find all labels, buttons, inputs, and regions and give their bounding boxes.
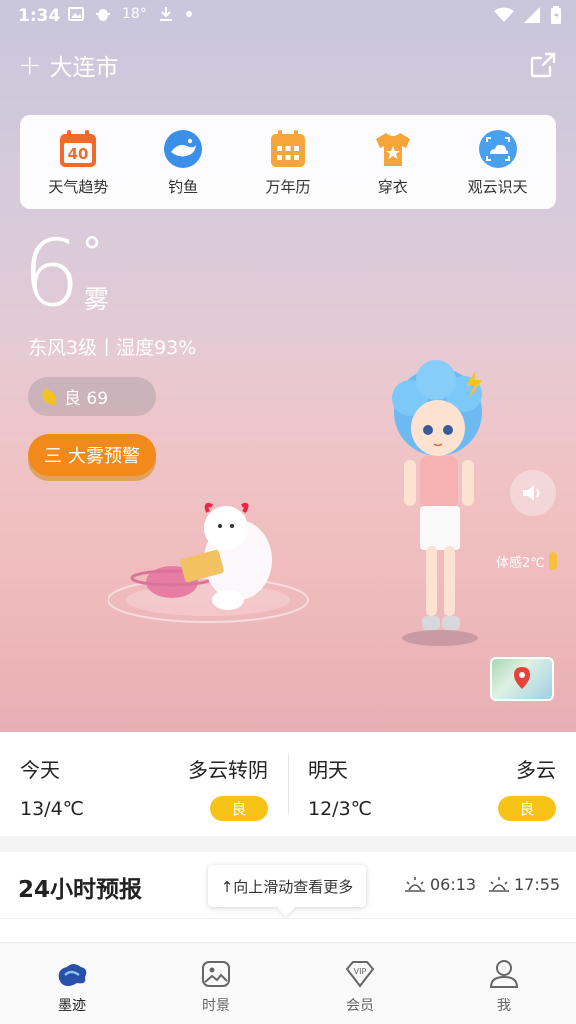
- feels-like-text: 体感2℃: [496, 555, 545, 571]
- sunrise-time: 06:13: [430, 875, 477, 894]
- hourly-forecast-header: 24小时预报 ↑向上滑动查看更多 06:13 17:55: [0, 852, 576, 918]
- share-icon[interactable]: [528, 50, 558, 80]
- tool-label: 穿衣: [377, 177, 408, 196]
- moji-logo-icon: [58, 964, 87, 986]
- sunset: 17:55: [488, 875, 560, 894]
- tool-label: 钓鱼: [168, 177, 199, 196]
- day-condition: 多云转阴: [188, 758, 268, 782]
- user-icon: [489, 960, 519, 988]
- hourly-content-area: [0, 918, 576, 942]
- nav-member[interactable]: VIP 会员: [288, 943, 432, 1024]
- nav-me[interactable]: 我: [432, 943, 576, 1024]
- nav-moji[interactable]: 墨迹: [0, 943, 144, 1024]
- current-temperature: 6: [22, 220, 81, 327]
- hourly-title: 24小时预报: [18, 877, 143, 903]
- bottom-nav: 墨迹 时景 VIP 会员 我: [0, 942, 576, 1024]
- nav-label: 墨迹: [58, 998, 86, 1014]
- tool-fishing[interactable]: 钓鱼: [135, 128, 231, 197]
- thermometer-icon: [548, 552, 557, 570]
- aqi-pill[interactable]: 良 69: [28, 377, 156, 416]
- day-card-today[interactable]: 今天 多云转阴 13/4℃ 良: [0, 732, 288, 836]
- tool-calendar[interactable]: 万年历: [240, 128, 336, 197]
- leaf-icon: [40, 388, 58, 405]
- map-button[interactable]: [490, 657, 554, 701]
- bug-icon: [96, 9, 110, 21]
- photo-icon: [202, 961, 230, 987]
- calendar-40-icon: 40: [60, 129, 97, 167]
- svg-text:VIP: VIP: [354, 967, 367, 976]
- battery-icon: [551, 6, 561, 24]
- day-name: 明天: [308, 758, 348, 782]
- status-icons: 18°: [68, 6, 193, 22]
- aqi-value: 良 69: [64, 389, 109, 409]
- avatar-character[interactable]: [380, 360, 500, 650]
- status-temp: 18°: [122, 6, 147, 22]
- tool-clothing[interactable]: 穿衣: [345, 128, 441, 197]
- fog-warning-button[interactable]: 三 大雾预警: [28, 434, 156, 476]
- day-card-tomorrow[interactable]: 明天 多云 12/3℃ 良: [288, 732, 576, 836]
- scroll-hint-tooltip: ↑向上滑动查看更多: [208, 865, 366, 907]
- status-right: [494, 6, 562, 24]
- monster-character[interactable]: [108, 500, 318, 630]
- tool-label: 天气趋势: [48, 177, 109, 196]
- tool-weather-trend[interactable]: 40 天气趋势: [30, 128, 126, 197]
- current-condition: 雾: [84, 285, 110, 314]
- city-selector[interactable]: + 大连市: [18, 48, 118, 82]
- daily-summary: 今天 多云转阴 13/4℃ 良 明天 多云 12/3℃ 良: [0, 732, 576, 836]
- nav-scenery[interactable]: 时景: [144, 943, 288, 1024]
- shirt-icon: [375, 132, 410, 166]
- vip-icon: VIP: [345, 961, 375, 988]
- sunset-time: 17:55: [514, 875, 561, 894]
- warning-label: 大雾预警: [68, 446, 140, 467]
- map-pin-icon: [514, 667, 530, 689]
- download-icon: [159, 7, 172, 21]
- day-condition: 多云: [516, 758, 556, 782]
- sunset-icon: [489, 876, 509, 892]
- nav-label: 会员: [346, 998, 374, 1014]
- calendar-grid-icon: [270, 129, 305, 167]
- nav-label: 我: [497, 998, 511, 1014]
- tool-label: 万年历: [265, 177, 311, 196]
- aqi-badge: 良: [498, 796, 556, 821]
- sunrise-icon: [405, 876, 425, 892]
- wind-humidity: 东风3级丨湿度93%: [28, 337, 197, 359]
- dot-icon: [185, 11, 192, 17]
- status-bar: 1:34 18°: [0, 0, 576, 34]
- warning-icon: 三: [44, 446, 62, 467]
- tool-label: 观云识天: [467, 177, 528, 196]
- tool-cloud-id[interactable]: 观云识天: [450, 128, 546, 197]
- sound-button[interactable]: [510, 470, 556, 516]
- day-temp: 13/4℃: [20, 798, 85, 820]
- city-name: 大连市: [49, 55, 119, 81]
- image-icon: [68, 7, 84, 21]
- feels-like-tag: 体感2℃: [488, 550, 565, 572]
- nav-label: 时景: [202, 998, 230, 1014]
- tool-card: 40 天气趋势 钓鱼 万年历 穿衣 观云识天: [20, 115, 556, 209]
- wifi-icon: [494, 7, 514, 22]
- speaker-icon: [523, 485, 540, 501]
- signal-icon: [524, 7, 540, 23]
- cloud-scan-icon: [478, 129, 517, 168]
- aqi-badge: 良: [210, 796, 268, 821]
- sunrise: 06:13: [404, 875, 476, 894]
- add-city-icon[interactable]: +: [18, 51, 41, 79]
- degree-symbol: °: [82, 230, 102, 276]
- status-time: 1:34: [18, 6, 61, 26]
- tool-badge: 40: [68, 145, 89, 163]
- day-name: 今天: [20, 758, 60, 782]
- fish-icon: [164, 129, 203, 168]
- day-temp: 12/3℃: [308, 798, 373, 820]
- weather-hero: 1:34 18° + 大连市 40 天气趋势 钓鱼 万年历 穿衣 观云识天 6 …: [0, 0, 576, 732]
